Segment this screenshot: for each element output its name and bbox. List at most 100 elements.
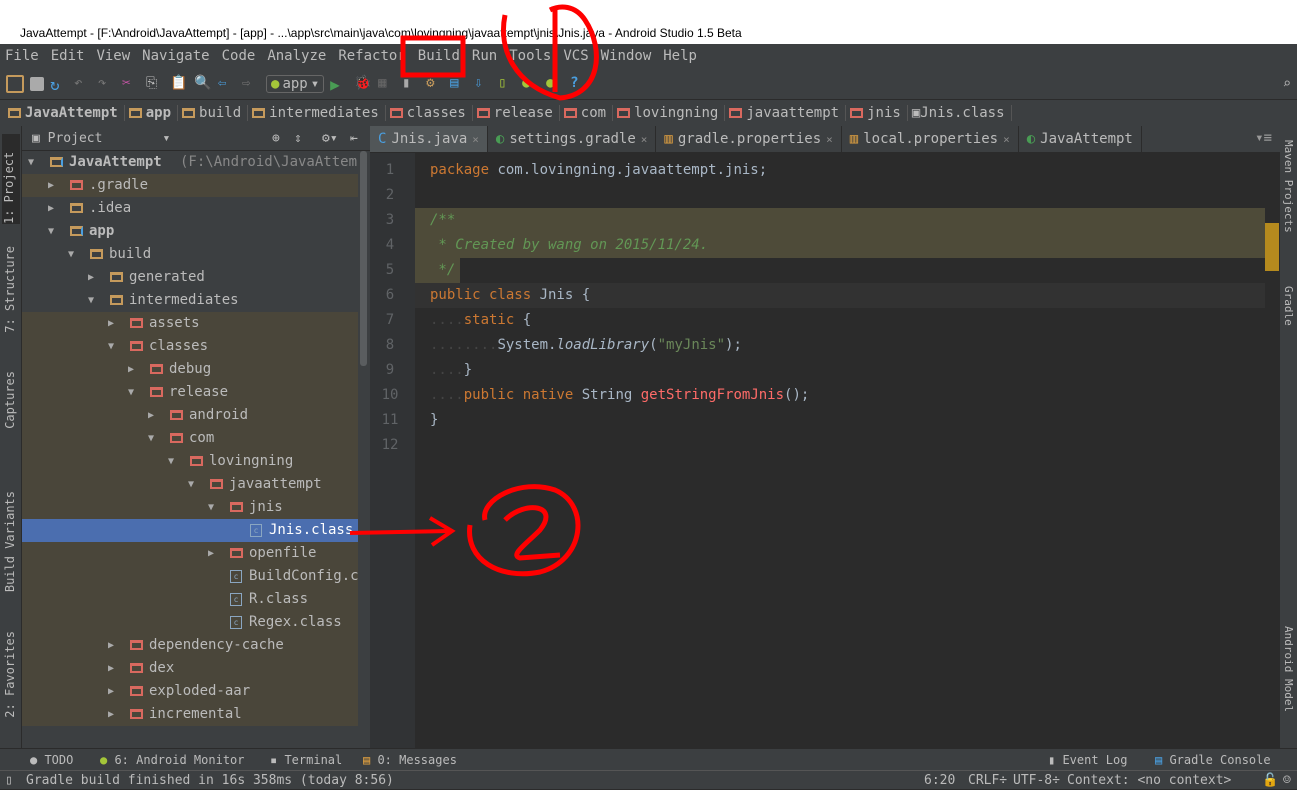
- tree-item[interactable]: ▼ jnis: [22, 496, 358, 519]
- collapse-arrow-icon[interactable]: ▶: [108, 703, 114, 726]
- collapse-arrow-icon[interactable]: ▶: [108, 634, 114, 657]
- copy-icon[interactable]: ⎘: [146, 75, 164, 93]
- tree-item[interactable]: ▶ exploded-aar: [22, 680, 358, 703]
- tool-todo[interactable]: ● TODO: [30, 749, 73, 771]
- attach-icon[interactable]: ▦: [378, 75, 396, 93]
- collapse-arrow-icon[interactable]: ▶: [88, 266, 94, 289]
- android-monitor-icon[interactable]: ●: [522, 75, 540, 93]
- collapse-arrow-icon[interactable]: ▶: [148, 404, 154, 427]
- tree-item[interactable]: ▶ debug: [22, 358, 358, 381]
- expand-arrow-icon[interactable]: ▼: [188, 473, 194, 496]
- code-editor[interactable]: package com.lovingning.javaattempt.jnis;…: [415, 153, 1280, 748]
- tab-list-icon[interactable]: ▾≡: [1247, 126, 1280, 152]
- gradle-sync-icon[interactable]: ⇩: [474, 75, 492, 93]
- tree-item[interactable]: cBuildConfig.cla: [22, 565, 358, 588]
- open-icon[interactable]: [6, 75, 24, 93]
- tree-item[interactable]: ▼ com: [22, 427, 358, 450]
- tool-terminal[interactable]: ▪ Terminal: [270, 749, 342, 771]
- collapse-arrow-icon[interactable]: ▶: [48, 197, 54, 220]
- tree-item[interactable]: ▼ release: [22, 381, 358, 404]
- tree-item[interactable]: c R.class: [22, 588, 358, 611]
- collapse-icon[interactable]: ⇕: [294, 126, 302, 151]
- cut-icon[interactable]: ✂: [122, 75, 140, 93]
- tree-scrollbar[interactable]: [358, 151, 370, 748]
- paste-icon[interactable]: 📋: [170, 75, 188, 93]
- breadcrumb-item[interactable]: build: [182, 105, 249, 121]
- tree-item[interactable]: ▶ .idea: [22, 197, 358, 220]
- menu-navigate[interactable]: Navigate: [142, 44, 209, 69]
- tool-tab-android-model[interactable]: Android Model: [1282, 626, 1295, 712]
- breadcrumb-item[interactable]: jnis: [850, 105, 908, 121]
- tool-tab-captures[interactable]: Captures: [3, 371, 17, 429]
- undo-icon[interactable]: ↶: [74, 75, 92, 93]
- breadcrumb-item[interactable]: app: [128, 105, 179, 121]
- sync-icon[interactable]: ↻: [50, 75, 68, 94]
- encoding[interactable]: UTF-8÷: [1013, 771, 1060, 790]
- tool-tab-gradle[interactable]: Gradle: [1282, 286, 1295, 326]
- tree-item[interactable]: ▶ assets: [22, 312, 358, 335]
- tool-tab-structure[interactable]: 7: Structure: [3, 246, 17, 333]
- breadcrumb-item[interactable]: javaattempt: [729, 105, 847, 121]
- save-icon[interactable]: [30, 77, 44, 91]
- project-structure-icon[interactable]: ⚙: [426, 75, 444, 93]
- menu-help[interactable]: Help: [663, 44, 697, 69]
- tree-item[interactable]: ▼JavaAttempt(F:\Android\JavaAttempt): [22, 151, 358, 174]
- collapse-arrow-icon[interactable]: ▶: [108, 680, 114, 703]
- tree-item[interactable]: ▶ generated: [22, 266, 358, 289]
- tree-item[interactable]: ▼ intermediates: [22, 289, 358, 312]
- menu-refactor[interactable]: Refactor: [338, 44, 405, 69]
- tree-item[interactable]: ▶ android: [22, 404, 358, 427]
- avd-manager-icon[interactable]: ▯: [498, 75, 516, 93]
- tool-tab-maven[interactable]: Maven Projects: [1282, 140, 1295, 233]
- android-icon[interactable]: ●: [546, 75, 564, 93]
- sdk-manager-icon[interactable]: ▤: [450, 75, 468, 93]
- tree-item[interactable]: ▼ classes: [22, 335, 358, 358]
- tool-window-toggle-icon[interactable]: ▯: [5, 771, 13, 790]
- editor-tab[interactable]: ▥ local.properties ×: [842, 126, 1019, 152]
- locate-icon[interactable]: ⊕: [272, 126, 280, 151]
- run-icon[interactable]: ▶: [330, 75, 348, 94]
- expand-arrow-icon[interactable]: ▼: [168, 450, 174, 473]
- breadcrumb-item[interactable]: com: [563, 105, 614, 121]
- inspector-icon[interactable]: ☺: [1283, 771, 1291, 790]
- menu-edit[interactable]: Edit: [51, 44, 85, 69]
- menu-tools[interactable]: Tools: [509, 44, 551, 69]
- tree-item[interactable]: ▼ build: [22, 243, 358, 266]
- breadcrumb-item[interactable]: release: [476, 105, 560, 121]
- menu-window[interactable]: Window: [601, 44, 652, 69]
- lock-icon[interactable]: 🔓: [1262, 771, 1278, 790]
- context[interactable]: Context: <no context>: [1067, 771, 1231, 790]
- close-icon[interactable]: ×: [826, 133, 833, 146]
- help-icon[interactable]: ?: [570, 75, 588, 93]
- expand-arrow-icon[interactable]: ▼: [88, 289, 94, 312]
- tool-tab-project[interactable]: 1: Project: [2, 134, 20, 224]
- collapse-arrow-icon[interactable]: ▶: [108, 312, 114, 335]
- tree-item[interactable]: ▶ dex: [22, 657, 358, 680]
- line-separator[interactable]: CRLF÷: [968, 771, 1007, 790]
- close-icon[interactable]: ×: [472, 133, 479, 146]
- menu-file[interactable]: File: [5, 44, 39, 69]
- tree-item[interactable]: ▼ app: [22, 220, 358, 243]
- tree-item[interactable]: ▶ incremental: [22, 703, 358, 726]
- tool-tab-favorites[interactable]: 2: Favorites: [3, 631, 17, 718]
- tree-item[interactable]: ▶ .gradle: [22, 174, 358, 197]
- redo-icon[interactable]: ↷: [98, 75, 116, 93]
- tree-item[interactable]: ▶ openfile: [22, 542, 358, 565]
- tool-event-log[interactable]: ▮ Event Log: [1048, 749, 1127, 771]
- expand-arrow-icon[interactable]: ▼: [108, 335, 114, 358]
- menu-analyze[interactable]: Analyze: [267, 44, 326, 69]
- expand-arrow-icon[interactable]: ▼: [68, 243, 74, 266]
- menu-build[interactable]: Build: [418, 44, 460, 69]
- collapse-arrow-icon[interactable]: ▶: [128, 358, 134, 381]
- editor-tab[interactable]: ▥ gradle.properties ×: [656, 126, 842, 152]
- breadcrumb-item[interactable]: lovingning: [617, 105, 726, 121]
- editor-tab[interactable]: C Jnis.java ×: [370, 126, 488, 152]
- close-icon[interactable]: ×: [1003, 133, 1010, 146]
- expand-arrow-icon[interactable]: ▼: [208, 496, 214, 519]
- gear-icon[interactable]: ⚙▾: [322, 126, 338, 151]
- collapse-arrow-icon[interactable]: ▶: [108, 657, 114, 680]
- tree-item[interactable]: c Regex.class: [22, 611, 358, 634]
- breadcrumb-item[interactable]: intermediates: [252, 105, 386, 121]
- device-icon[interactable]: ▮: [402, 75, 420, 93]
- expand-arrow-icon[interactable]: ▼: [28, 151, 34, 174]
